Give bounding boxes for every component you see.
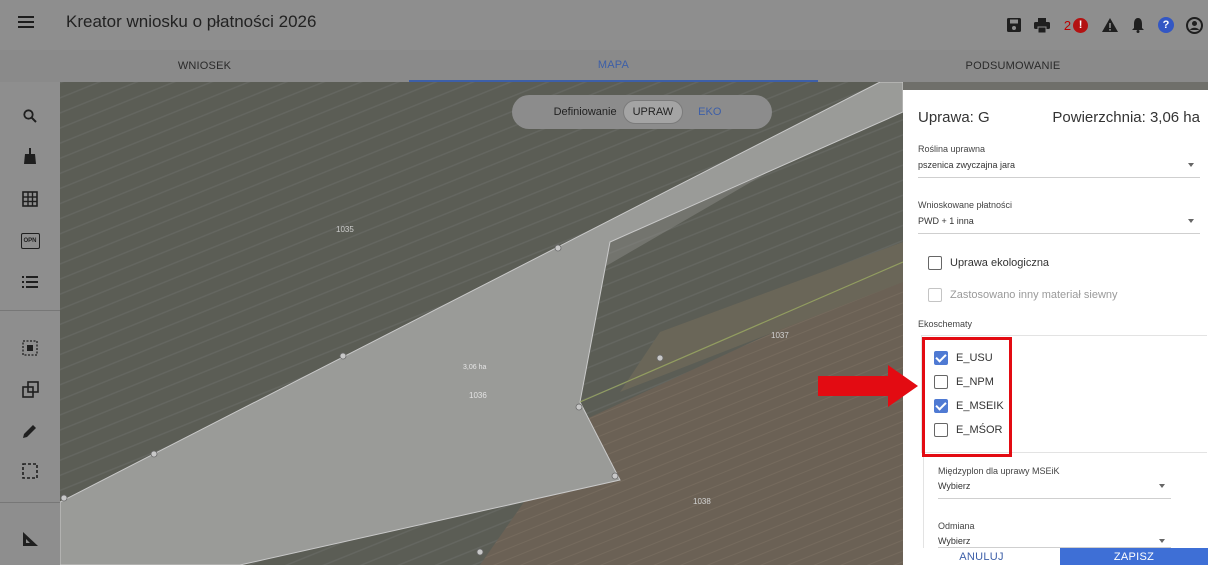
toolbar-divider — [0, 502, 60, 503]
app-title: Kreator wniosku o płatności 2026 — [66, 12, 317, 31]
tab-wniosek[interactable]: WNIOSEK — [0, 50, 409, 82]
error-count: 2 — [1063, 17, 1072, 33]
warning-icon[interactable] — [1096, 13, 1124, 37]
tab-mapa[interactable]: MAPA — [409, 50, 818, 82]
toolbar-divider — [0, 310, 60, 311]
variety-select[interactable]: Wybierz — [938, 536, 1171, 548]
variety-value: Wybierz — [938, 536, 971, 546]
orthophoto — [60, 82, 903, 565]
catch-crop-label: Międzyplon dla uprawy MSEiK — [938, 466, 1060, 476]
crop-plant-value: pszenica zwyczajna jara — [918, 160, 1016, 170]
crop-details-panel: Uprawa: G Powierzchnia: 3,06 ha Roślina … — [903, 90, 1208, 565]
crop-area: Powierzchnia: 3,06 ha — [1052, 109, 1200, 126]
print-icon[interactable] — [1028, 13, 1056, 37]
dashed-select-icon[interactable] — [18, 459, 42, 483]
tab-bar: WNIOSEK MAPA PODSUMOWANIE — [0, 50, 1208, 82]
catch-crop-value: Wybierz — [938, 481, 971, 491]
app-header: Kreator wniosku o płatności 2026 2 ! ? — [0, 0, 1208, 50]
map-toolbar: OPN — [0, 82, 60, 565]
chevron-down-icon — [1188, 219, 1194, 223]
grid-icon[interactable] — [18, 187, 42, 211]
other-seed-label: Zastosowano inny materiał siewny — [950, 289, 1118, 301]
panel-footer: ANULUJ ZAPISZ — [903, 548, 1208, 565]
opn-label: OPN — [20, 233, 40, 249]
ecoschemes-label: Ekoschematy — [918, 319, 973, 329]
parcel-area-label: 3,06 ha — [463, 364, 487, 371]
broom-icon[interactable] — [18, 144, 42, 168]
copy-shape-icon[interactable] — [18, 377, 42, 401]
error-indicator[interactable]: 2 ! — [1056, 13, 1096, 37]
chevron-down-icon — [1159, 539, 1165, 543]
mode-upraw-button[interactable]: UPRAW — [622, 100, 684, 124]
mode-label: Definiowanie — [553, 106, 617, 118]
payments-value: PWD + 1 inna — [918, 216, 974, 226]
variety-label: Odmiana — [938, 521, 975, 531]
menu-icon[interactable] — [16, 13, 38, 35]
parcel-label: 1036 — [469, 391, 487, 400]
annotation-arrow-icon — [818, 365, 918, 407]
crop-plant-label: Roślina uprawna — [918, 144, 986, 154]
checkbox-box — [928, 288, 942, 302]
save-icon[interactable] — [1000, 13, 1028, 37]
parcel-label: 1037 — [771, 331, 789, 340]
bell-icon[interactable] — [1124, 13, 1152, 37]
cancel-button[interactable]: ANULUJ — [903, 548, 1060, 565]
catch-crop-select[interactable]: Wybierz — [938, 481, 1171, 499]
map-view[interactable]: 1035 3,06 ha 1036 1037 1038 Definiowanie… — [60, 82, 903, 565]
chevron-down-icon — [1159, 484, 1165, 488]
payments-label: Wnioskowane płatności — [918, 200, 1013, 210]
help-icon[interactable]: ? — [1152, 13, 1180, 37]
crop-title: Uprawa: G — [918, 109, 990, 126]
account-icon[interactable] — [1180, 13, 1208, 37]
tab-podsumowanie[interactable]: PODSUMOWANIE — [818, 50, 1208, 82]
eco-crop-label: Uprawa ekologiczna — [950, 257, 1050, 269]
crop-plant-select[interactable]: pszenica zwyczajna jara — [918, 160, 1200, 178]
pencil-icon[interactable] — [18, 419, 42, 443]
measure-icon[interactable] — [18, 527, 42, 551]
annotation-highlight-box — [922, 337, 1012, 457]
select-area-icon[interactable] — [18, 336, 42, 360]
error-icon: ! — [1073, 17, 1089, 33]
parcel-label: 1035 — [336, 225, 354, 234]
mode-eko-button[interactable]: EKO — [689, 101, 730, 123]
search-icon[interactable] — [18, 104, 42, 128]
payments-select[interactable]: PWD + 1 inna — [918, 216, 1200, 234]
other-seed-checkbox[interactable]: Zastosowano inny materiał siewny — [928, 288, 1118, 302]
parcel-label: 1038 — [693, 497, 711, 506]
eco-crop-checkbox[interactable]: Uprawa ekologiczna — [928, 256, 1049, 270]
save-button[interactable]: ZAPISZ — [1060, 548, 1208, 565]
opn-icon[interactable]: OPN — [18, 229, 42, 253]
list-icon[interactable] — [18, 270, 42, 294]
header-actions: 2 ! ? — [1000, 12, 1208, 38]
checkbox-box — [928, 256, 942, 270]
definition-mode-switch: Definiowanie UPRAW EKO — [512, 95, 772, 129]
chevron-down-icon — [1188, 163, 1194, 167]
